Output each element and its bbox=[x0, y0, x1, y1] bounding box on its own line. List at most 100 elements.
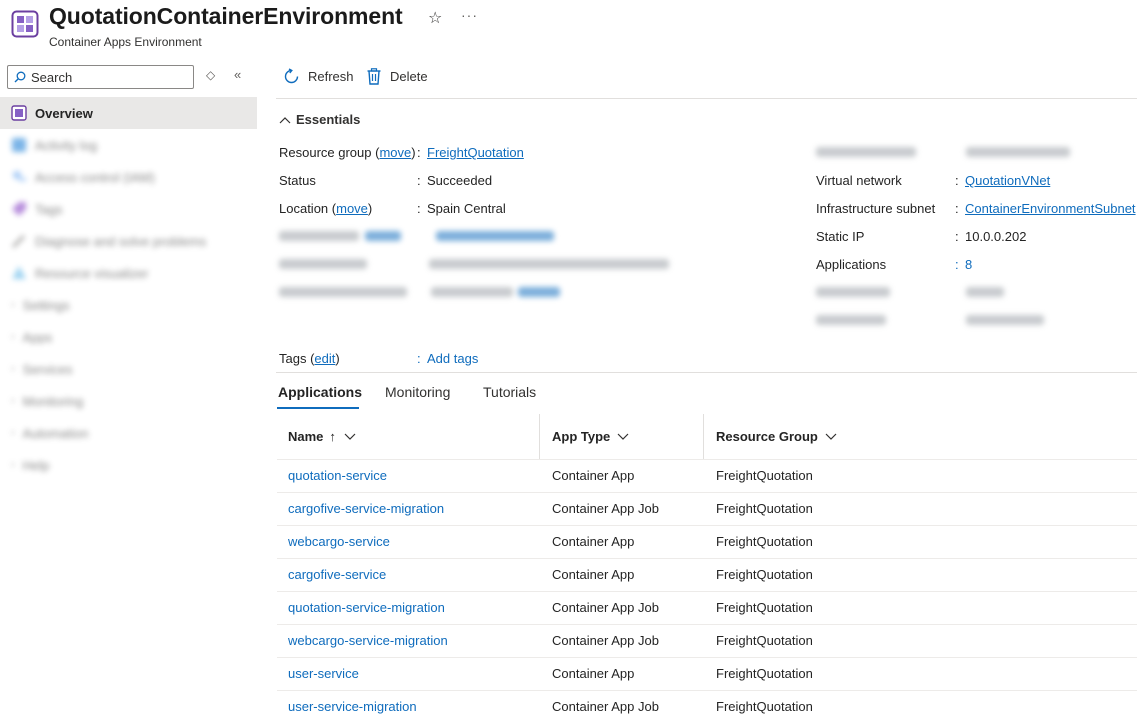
sidebar-group-apps[interactable]: › Apps bbox=[0, 321, 257, 353]
app-name-link[interactable]: quotation-service-migration bbox=[288, 600, 445, 615]
resource-group-label: Resource group (move) bbox=[279, 145, 416, 160]
colon: : bbox=[955, 229, 959, 244]
resource-group-cell: FreightQuotation bbox=[716, 567, 813, 582]
sidebar-group-services[interactable]: › Services bbox=[0, 353, 257, 385]
app-name-link[interactable]: webcargo-service-migration bbox=[288, 633, 448, 648]
aspire-dashboard-row bbox=[279, 285, 561, 300]
refresh-label: Refresh bbox=[308, 69, 354, 84]
table-row: quotation-service-migration Container Ap… bbox=[277, 591, 1137, 624]
sidebar-group-automation[interactable]: › Automation bbox=[0, 417, 257, 449]
table-row: cargofive-service-migration Container Ap… bbox=[277, 492, 1137, 525]
app-name-link[interactable]: cargofive-service-migration bbox=[288, 501, 444, 516]
move-location-link[interactable]: move bbox=[336, 201, 368, 216]
applications-count-link[interactable]: 8 bbox=[965, 257, 972, 272]
iam-icon bbox=[13, 171, 26, 181]
sidebar-item-label: Settings bbox=[22, 297, 70, 313]
table-row: user-service Container App FreightQuotat… bbox=[277, 657, 1137, 690]
virtual-network-link[interactable]: QuotationVNet bbox=[965, 173, 1050, 188]
resource-group-cell: FreightQuotation bbox=[716, 633, 813, 648]
chevron-down-icon bbox=[825, 433, 837, 440]
sidebar-item-diagnose[interactable]: Diagnose and solve problems bbox=[0, 225, 257, 257]
sidebar-item-label: Overview bbox=[35, 105, 93, 121]
applications-label: Applications bbox=[816, 257, 887, 272]
collapse-sidebar-icon[interactable]: « bbox=[234, 67, 241, 82]
table-row: user-service-migration Container App Job… bbox=[277, 690, 1137, 722]
add-tags-link[interactable]: Add tags bbox=[427, 351, 478, 366]
sidebar-item-label: Help bbox=[22, 457, 50, 473]
chevron-right-icon: › bbox=[11, 331, 15, 343]
container-env-icon bbox=[11, 105, 27, 121]
sidebar-item-label: Monitoring bbox=[22, 393, 84, 409]
chevron-down-icon bbox=[344, 433, 356, 440]
sidebar-group-settings[interactable]: › Settings bbox=[0, 289, 257, 321]
resource-group-value[interactable]: FreightQuotation bbox=[427, 145, 524, 160]
sidebar-item-label: Automation bbox=[22, 425, 89, 441]
sidebar-group-help[interactable]: › Help bbox=[0, 449, 257, 481]
sidebar-item-activity-log[interactable]: Activity log bbox=[0, 129, 257, 161]
edit-tags-link[interactable]: edit bbox=[314, 351, 335, 366]
infrastructure-subnet-link[interactable]: ContainerEnvironmentSubnet bbox=[965, 201, 1136, 216]
subscription-id-row bbox=[279, 257, 669, 272]
app-name-link[interactable]: user-service-migration bbox=[288, 699, 417, 714]
app-type-cell: Container App Job bbox=[552, 633, 659, 648]
tab-monitoring[interactable]: Monitoring bbox=[385, 384, 450, 400]
app-name-link[interactable]: quotation-service bbox=[288, 468, 387, 483]
search-input[interactable] bbox=[31, 69, 181, 85]
chevron-right-icon: › bbox=[11, 395, 15, 407]
delete-label: Delete bbox=[390, 69, 428, 84]
app-type-cell: Container App Job bbox=[552, 501, 659, 516]
table-row: webcargo-service Container App FreightQu… bbox=[277, 525, 1137, 558]
visualizer-icon bbox=[12, 266, 26, 279]
essentials-toggle[interactable]: Essentials bbox=[279, 112, 360, 127]
column-header-resource-group[interactable]: Resource Group bbox=[716, 414, 837, 459]
location-value: Spain Central bbox=[427, 201, 506, 216]
essentials-heading: Essentials bbox=[296, 112, 361, 127]
more-options-button[interactable]: ··· bbox=[461, 7, 478, 23]
resource-group-cell: FreightQuotation bbox=[716, 468, 813, 483]
tab-tutorials[interactable]: Tutorials bbox=[483, 384, 536, 400]
chevron-right-icon: › bbox=[11, 363, 15, 375]
subscription-row bbox=[279, 229, 555, 244]
sidebar-group-monitoring[interactable]: › Monitoring bbox=[0, 385, 257, 417]
expand-collapse-icon[interactable]: ◇ bbox=[206, 68, 215, 82]
chevron-right-icon: › bbox=[11, 299, 15, 311]
delete-button[interactable]: Delete bbox=[366, 68, 428, 85]
column-header-app-type[interactable]: App Type bbox=[552, 414, 629, 459]
tab-applications[interactable]: Applications bbox=[278, 384, 362, 400]
app-type-cell: Container App bbox=[552, 567, 635, 582]
column-header-name[interactable]: Name ↑ bbox=[288, 414, 356, 459]
search-box[interactable] bbox=[7, 65, 194, 89]
app-name-link[interactable]: cargofive-service bbox=[288, 567, 386, 582]
star-icon[interactable]: ☆ bbox=[428, 8, 442, 28]
refresh-button[interactable]: Refresh bbox=[283, 68, 354, 85]
table-row: webcargo-service-migration Container App… bbox=[277, 624, 1137, 657]
sidebar-item-label: Services bbox=[22, 361, 73, 377]
app-name-link[interactable]: webcargo-service bbox=[288, 534, 390, 549]
main-content: Refresh Delete Essentials Resource group… bbox=[276, 58, 1137, 722]
resource-group-cell: FreightQuotation bbox=[716, 501, 813, 516]
app-name-link[interactable]: user-service bbox=[288, 666, 359, 681]
resource-group-cell: FreightQuotation bbox=[716, 666, 813, 681]
colon: : bbox=[955, 257, 959, 272]
colon: : bbox=[417, 173, 421, 188]
tag-icon bbox=[12, 202, 26, 216]
environment-type-row bbox=[816, 145, 1070, 160]
status-value: Succeeded bbox=[427, 173, 493, 188]
sidebar-item-label: Apps bbox=[22, 329, 53, 345]
static-ip-label: Static IP bbox=[816, 229, 865, 244]
sidebar-item-resource-visualizer[interactable]: Resource visualizer bbox=[0, 257, 257, 289]
sidebar-item-label: Tags bbox=[35, 201, 63, 217]
app-type-cell: Container App Job bbox=[552, 699, 659, 714]
move-resource-group-link[interactable]: move bbox=[379, 145, 411, 160]
activity-log-icon bbox=[12, 138, 26, 152]
sidebar-item-label: Activity log bbox=[35, 137, 98, 153]
page-title: QuotationContainerEnvironment bbox=[49, 3, 403, 29]
sidebar-item-access-control[interactable]: Access control (IAM) bbox=[0, 161, 257, 193]
resource-group-cell: FreightQuotation bbox=[716, 699, 813, 714]
chevron-down-icon bbox=[617, 433, 629, 440]
sidebar-item-overview[interactable]: Overview bbox=[0, 97, 257, 129]
sidebar-item-tags[interactable]: Tags bbox=[0, 193, 257, 225]
sort-ascending-icon: ↑ bbox=[329, 429, 336, 444]
table-row: cargofive-service Container App FreightQ… bbox=[277, 558, 1137, 591]
column-separator bbox=[703, 414, 704, 459]
